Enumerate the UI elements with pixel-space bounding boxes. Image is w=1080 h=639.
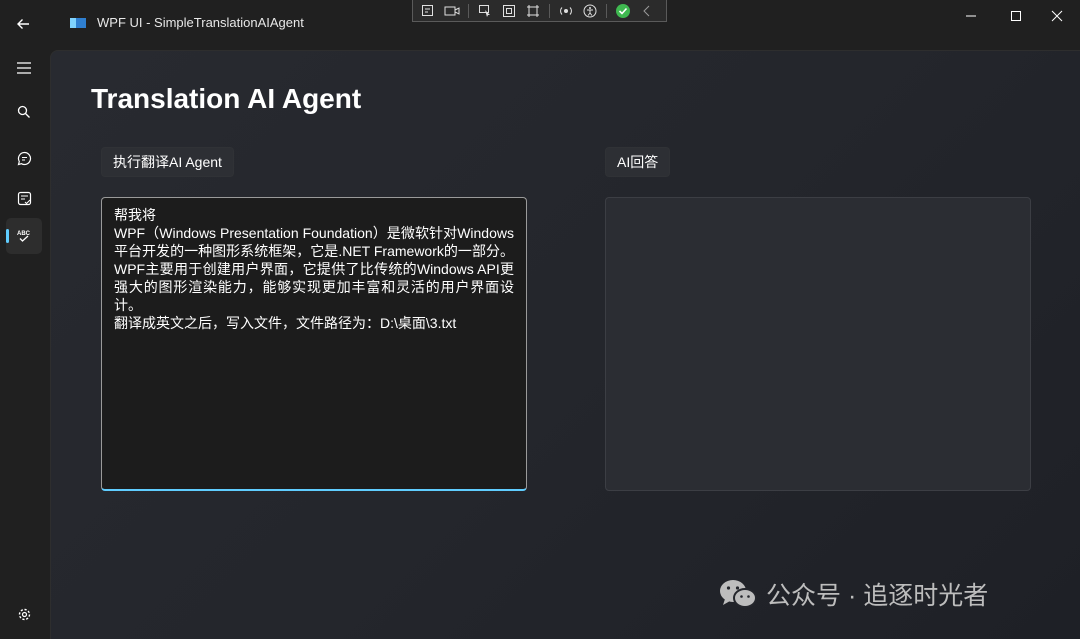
toolbar-separator [468,3,469,18]
prompt-input[interactable]: 帮我将 WPF（Windows Presentation Foundation）… [101,197,527,491]
app-icon [70,18,86,28]
hot-reload-button[interactable] [555,1,577,21]
back-button[interactable] [8,9,38,39]
broadcast-icon [560,6,572,15]
nav-tasks-button[interactable] [6,180,42,216]
minimize-button[interactable] [948,0,994,32]
record-button[interactable] [441,1,463,21]
spellcheck-icon: ABC [17,231,31,242]
close-icon [1051,10,1063,22]
nav-menu-button[interactable] [6,50,42,86]
debug-toolbar [412,0,667,22]
ai-answer-button[interactable]: AI回答 [605,147,671,177]
page-title: Translation AI Agent [91,83,362,114]
main-content: Translation AI Agent 执行翻译AI Agent AI回答 帮… [50,50,1080,639]
menu-icon [17,62,31,74]
toolbar-separator [606,3,607,18]
settings-icon [18,608,30,620]
nav-search-button[interactable] [6,94,42,130]
chevron-left-icon [643,5,650,16]
watermark-text: 公众号 · 追逐时光者 [766,582,989,610]
video-icon [444,6,460,15]
layout-adorners-button[interactable] [522,1,544,21]
search-icon [17,105,30,118]
navigation-rail: ABC [0,48,50,638]
accessibility-icon [583,4,597,17]
svg-text:ABC: ABC [17,231,31,237]
nav-chat-button[interactable] [6,140,42,176]
prompt-text: 帮我将 WPF（Windows Presentation Foundation）… [114,207,514,331]
title-bar: WPF UI - SimpleTranslationAIAgent [0,0,1080,48]
wechat-icon [720,580,757,608]
chat-icon [17,151,31,165]
toolbar-separator [549,3,550,18]
status-ok-button[interactable] [612,1,634,21]
nav-translation-button[interactable]: ABC [6,218,42,254]
visual-tree-icon [422,4,433,16]
back-arrow-icon [17,19,29,29]
display-adorners-button[interactable] [498,1,520,21]
check-circle-icon [616,3,630,18]
watermark: 公众号 · 追逐时光者 [718,576,988,612]
minimize-icon [966,15,976,17]
window-title: WPF UI - SimpleTranslationAIAgent [97,15,304,30]
run-translation-button[interactable]: 执行翻译AI Agent [101,147,234,177]
close-button[interactable] [1034,0,1080,32]
accessibility-button[interactable] [579,1,601,21]
checklist-icon [17,191,31,205]
maximize-button[interactable] [993,0,1039,32]
layout-icon [527,4,539,17]
select-element-icon [479,4,490,17]
select-element-button[interactable] [474,1,496,21]
collapse-toolbar-button[interactable] [636,1,658,21]
selection-indicator [6,229,9,243]
live-visual-tree-button[interactable] [417,1,439,21]
ai-answer-output[interactable] [605,197,1031,491]
maximize-icon [1011,11,1021,21]
adorner-icon [503,4,515,17]
nav-settings-button[interactable] [6,596,42,632]
